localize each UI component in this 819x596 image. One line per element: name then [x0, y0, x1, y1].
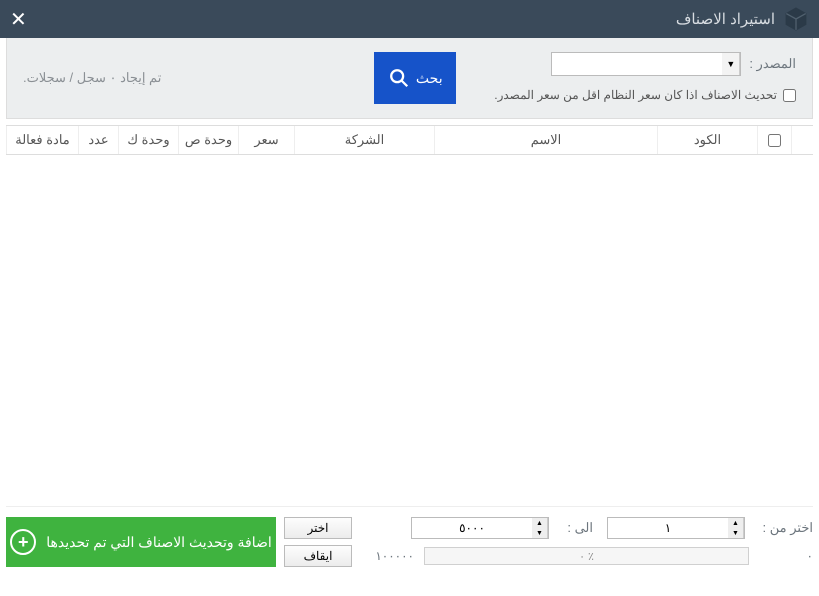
- to-input[interactable]: [412, 518, 532, 538]
- toolbar: المصدر : ▼ تحديث الاصناف اذا كان سعر الن…: [6, 38, 813, 119]
- row-indicator-column: [791, 126, 813, 154]
- column-unit-big[interactable]: وحدة ك: [118, 126, 178, 154]
- source-input[interactable]: [552, 53, 722, 75]
- close-icon[interactable]: ✕: [10, 7, 27, 32]
- search-button-label: بحث: [416, 70, 443, 87]
- column-code[interactable]: الكود: [657, 126, 757, 154]
- grid-header: الكود الاسم الشركة سعر وحدة ص وحدة ك عدد…: [6, 125, 813, 155]
- select-button[interactable]: اختر: [284, 517, 352, 539]
- title-bar: استيراد الاصناف ✕: [0, 0, 819, 38]
- column-name[interactable]: الاسم: [434, 126, 657, 154]
- cube-icon: [783, 6, 809, 32]
- spin-up-icon[interactable]: ▲: [728, 518, 743, 528]
- search-icon: [388, 67, 410, 89]
- from-spinner[interactable]: ▲ ▼: [607, 517, 745, 539]
- data-grid: الكود الاسم الشركة سعر وحدة ص وحدة ك عدد…: [6, 125, 813, 507]
- range-block: اختر من : ▲ ▼ الى : ▲ ▼ ٠ ٪ ٠: [360, 517, 813, 567]
- source-block: المصدر : ▼ تحديث الاصناف اذا كان سعر الن…: [494, 52, 796, 102]
- spin-up-icon[interactable]: ▲: [532, 518, 547, 528]
- chevron-down-icon[interactable]: ▼: [722, 53, 740, 75]
- select-all-checkbox[interactable]: [768, 134, 781, 147]
- grid-body: [6, 155, 813, 507]
- column-company[interactable]: الشركة: [294, 126, 434, 154]
- plus-circle-icon: +: [10, 529, 36, 555]
- to-label: الى :: [563, 520, 593, 536]
- status-text: تم إيجاد ٠ سجل / سجلات.: [23, 70, 161, 86]
- footer: اختر من : ▲ ▼ الى : ▲ ▼ ٠ ٪ ٠: [6, 517, 813, 567]
- source-label: المصدر :: [749, 56, 796, 72]
- source-combo[interactable]: ▼: [551, 52, 741, 76]
- select-all-column[interactable]: [757, 126, 791, 154]
- column-qty[interactable]: عدد: [78, 126, 118, 154]
- count-value: ١٠٠٠٠٠: [360, 549, 414, 563]
- update-price-label: تحديث الاصناف اذا كان سعر النظام اقل من …: [494, 88, 777, 102]
- progress-text: ٪ ٠: [579, 550, 594, 563]
- from-label: اختر من :: [759, 520, 813, 536]
- window-title: استيراد الاصناف: [676, 10, 775, 28]
- apply-button-label: اضافة وتحديث الاصناف التي تم تحديدها: [46, 534, 272, 551]
- update-price-checkbox[interactable]: [783, 89, 796, 102]
- small-buttons: اختر ايقاف: [284, 517, 352, 567]
- column-price[interactable]: سعر: [238, 126, 294, 154]
- to-spinner[interactable]: ▲ ▼: [411, 517, 549, 539]
- search-button[interactable]: بحث: [374, 52, 456, 104]
- spin-down-icon[interactable]: ▼: [532, 528, 547, 538]
- progress-value: ٠: [759, 549, 813, 563]
- apply-button[interactable]: اضافة وتحديث الاصناف التي تم تحديدها +: [6, 517, 276, 567]
- update-price-checkbox-row[interactable]: تحديث الاصناف اذا كان سعر النظام اقل من …: [494, 88, 796, 102]
- column-unit-small[interactable]: وحدة ص: [178, 126, 238, 154]
- spin-down-icon[interactable]: ▼: [728, 528, 743, 538]
- column-active[interactable]: مادة فعالة: [6, 126, 78, 154]
- progress-bar: ٪ ٠: [424, 547, 749, 565]
- from-input[interactable]: [608, 518, 728, 538]
- stop-button[interactable]: ايقاف: [284, 545, 352, 567]
